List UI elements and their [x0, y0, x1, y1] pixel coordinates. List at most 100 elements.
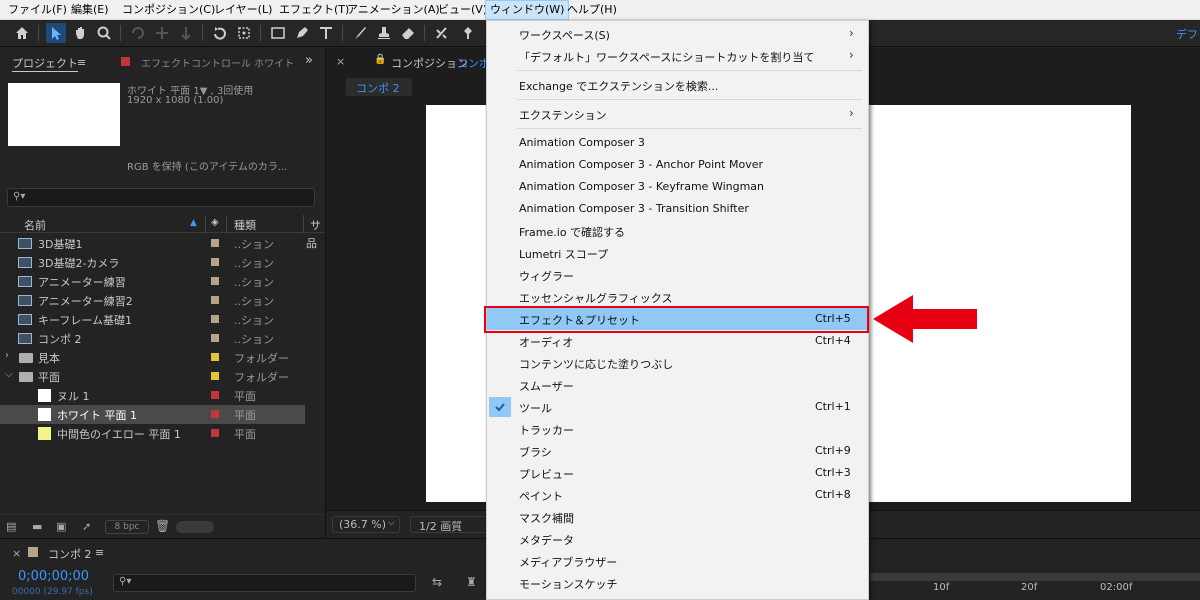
- menu-7[interactable]: ウィンドウ(W): [485, 0, 570, 20]
- new-folder-icon[interactable]: ▬: [32, 520, 42, 533]
- orbit-tool-icon[interactable]: [210, 23, 230, 43]
- window-menu-item[interactable]: プレビュー Ctrl+3: [487, 462, 868, 484]
- label-swatch[interactable]: [211, 239, 219, 247]
- project-search-input[interactable]: ⚲▾: [7, 188, 315, 207]
- current-timecode[interactable]: 0;00;00;00: [18, 569, 89, 584]
- project-tab[interactable]: プロジェクト: [12, 55, 78, 72]
- extra-column-header[interactable]: サ: [310, 217, 321, 233]
- project-item-row[interactable]: アニメーター練習2 ..ション: [0, 291, 305, 310]
- clone-stamp-icon[interactable]: [374, 23, 394, 43]
- label-swatch[interactable]: [211, 334, 219, 342]
- zoom-select[interactable]: (36.7 %) ⌵: [332, 516, 400, 533]
- window-menu-item[interactable]: Animation Composer 3 - Keyframe Wingman: [487, 176, 868, 198]
- window-menu-item[interactable]: スムーザー: [487, 374, 868, 396]
- close-tab-icon[interactable]: ×: [12, 547, 21, 560]
- window-menu-item[interactable]: メディアブラウザー: [487, 550, 868, 572]
- interpret-footage-icon[interactable]: ▤: [6, 520, 16, 533]
- panel-overflow-icon[interactable]: »: [305, 53, 313, 68]
- panel-menu-icon[interactable]: ≡: [77, 56, 86, 69]
- timeline-search-input[interactable]: ⚲▾: [113, 574, 416, 592]
- rectangle-tool-icon[interactable]: [268, 23, 288, 43]
- camera-tool-icon[interactable]: [152, 23, 172, 43]
- window-menu-item[interactable]: モーションスケッチ: [487, 572, 868, 594]
- label-tag-icon[interactable]: ◈: [211, 217, 219, 228]
- anchor-tool-icon[interactable]: [176, 23, 196, 43]
- menu-2[interactable]: コンポジション(C): [118, 0, 219, 20]
- window-menu-item[interactable]: エクステンション ›: [487, 103, 868, 125]
- comp-flow-tab[interactable]: コンポ 2: [346, 78, 412, 96]
- render-queue-icon[interactable]: ➚: [82, 520, 91, 533]
- window-menu-item[interactable]: Exchange でエクステンションを検索...: [487, 74, 868, 96]
- project-item-row[interactable]: 3D基礎2-カメラ ..ション: [0, 253, 305, 272]
- comp-mini-flowchart-icon[interactable]: ⇆: [432, 575, 442, 589]
- eraser-tool-icon[interactable]: [398, 23, 418, 43]
- close-tab-icon[interactable]: ×: [336, 55, 345, 68]
- project-item-row[interactable]: ヌル 1 平面: [0, 386, 305, 405]
- window-menu-item[interactable]: ブラシ Ctrl+9: [487, 440, 868, 462]
- window-menu-item[interactable]: 「デフォルト」ワークスペースにショートカットを割り当て ›: [487, 45, 868, 67]
- window-menu-item[interactable]: ウィグラー: [487, 264, 868, 286]
- rotate-tool-icon[interactable]: [128, 23, 148, 43]
- window-menu-item[interactable]: オーディオ Ctrl+4: [487, 330, 868, 352]
- project-item-row[interactable]: ホワイト 平面 1 平面: [0, 405, 305, 424]
- label-swatch[interactable]: [211, 258, 219, 266]
- project-item-row[interactable]: ⌵ 平面 フォルダー: [0, 367, 305, 386]
- effect-controls-tab[interactable]: エフェクトコントロール ホワイト: [141, 55, 294, 70]
- work-area-bar[interactable]: [870, 573, 1200, 581]
- sort-ascending-icon[interactable]: ▲: [190, 218, 197, 228]
- project-item-row[interactable]: 3D基礎1 ..ション: [0, 234, 305, 253]
- window-menu-item[interactable]: Frame.io で確認する: [487, 220, 868, 242]
- menu-5[interactable]: アニメーション(A): [343, 0, 444, 20]
- workspace-label[interactable]: デフ: [1176, 26, 1198, 42]
- flowchart-icon[interactable]: 品: [306, 235, 317, 251]
- roto-brush-icon[interactable]: [432, 23, 452, 43]
- window-menu-item[interactable]: メタデータ: [487, 528, 868, 550]
- thumbnail-size-slider[interactable]: [176, 521, 214, 533]
- menu-1[interactable]: 編集(E): [67, 0, 113, 20]
- window-menu-item[interactable]: マスク補間: [487, 506, 868, 528]
- menu-4[interactable]: エフェクト(T): [275, 0, 353, 20]
- label-swatch[interactable]: [211, 372, 219, 380]
- chevron-down-icon[interactable]: ⌵: [5, 369, 13, 380]
- menu-8[interactable]: ヘルプ(H): [563, 0, 621, 20]
- brush-tool-icon[interactable]: [350, 23, 370, 43]
- resolution-select[interactable]: 1/2 画質: [410, 516, 490, 533]
- label-swatch[interactable]: [211, 353, 219, 361]
- pan-behind-tool-icon[interactable]: [234, 23, 254, 43]
- window-menu-item[interactable]: Animation Composer 3 - Transition Shifte…: [487, 198, 868, 220]
- window-menu-item[interactable]: ツール Ctrl+1: [487, 396, 868, 418]
- zoom-tool-icon[interactable]: [94, 23, 114, 43]
- window-menu-item[interactable]: コンテンツに応じた塗りつぶし: [487, 352, 868, 374]
- type-column-header[interactable]: 種類: [234, 217, 256, 233]
- window-menu-item[interactable]: ワークスペース(S) ›: [487, 23, 868, 45]
- trash-icon[interactable]: 🗑: [155, 519, 170, 533]
- selection-tool-icon[interactable]: [46, 23, 66, 43]
- window-menu-item[interactable]: Animation Composer 3: [487, 132, 868, 154]
- project-item-row[interactable]: キーフレーム基礎1 ..ション: [0, 310, 305, 329]
- window-menu-item[interactable]: Lumetri スコープ: [487, 242, 868, 264]
- window-menu-item[interactable]: エッセンシャルグラフィックス: [487, 286, 868, 308]
- menu-0[interactable]: ファイル(F): [4, 0, 71, 20]
- project-item-row[interactable]: アニメーター練習 ..ション: [0, 272, 305, 291]
- label-swatch[interactable]: [211, 296, 219, 304]
- bpc-button[interactable]: 8 bpc: [105, 520, 149, 534]
- draft-3d-icon[interactable]: ♜: [466, 575, 477, 589]
- window-menu-item[interactable]: Animation Composer 3 - Anchor Point Move…: [487, 154, 868, 176]
- home-icon[interactable]: [12, 23, 32, 43]
- panel-menu-icon[interactable]: ≡: [95, 546, 104, 559]
- pen-tool-icon[interactable]: [292, 23, 312, 43]
- chevron-right-icon[interactable]: ›: [5, 350, 9, 361]
- project-item-row[interactable]: コンポ 2 ..ション: [0, 329, 305, 348]
- window-menu-item[interactable]: ペイント Ctrl+8: [487, 484, 868, 506]
- name-column-header[interactable]: 名前: [24, 217, 46, 233]
- label-swatch[interactable]: [211, 429, 219, 437]
- type-tool-icon[interactable]: [316, 23, 336, 43]
- label-swatch[interactable]: [211, 277, 219, 285]
- label-swatch[interactable]: [211, 315, 219, 323]
- lock-icon[interactable]: 🔒: [374, 54, 386, 65]
- label-swatch[interactable]: [211, 410, 219, 418]
- menu-3[interactable]: レイヤー(L): [210, 0, 276, 20]
- hand-tool-icon[interactable]: [70, 23, 90, 43]
- menu-6[interactable]: ビュー(V): [434, 0, 491, 20]
- timeline-tab[interactable]: コンポ 2: [48, 546, 92, 562]
